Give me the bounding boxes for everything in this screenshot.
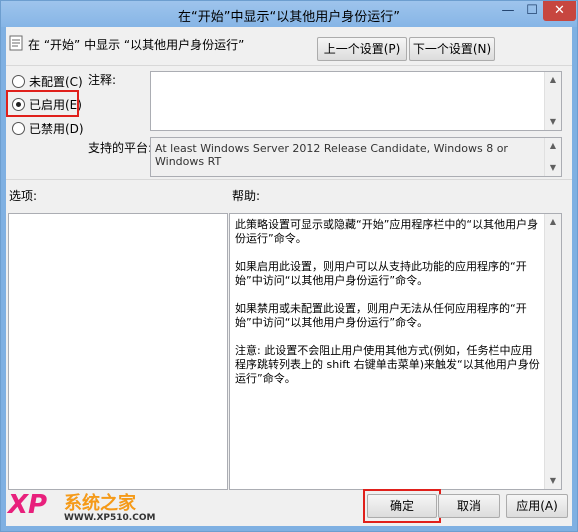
options-pane [8,213,228,490]
radio-circle[interactable] [12,74,25,88]
radio-not-configured[interactable]: 未配置(C) [12,72,83,90]
minimize-button[interactable]: — [495,1,521,21]
cancel-button[interactable]: 取消 [438,494,500,518]
enabled-highlight-box [6,90,79,117]
help-paragraph: 注意: 此设置不会阻止用户使用其他方式(例如，任务栏中应用程序跳转列表上的 sh… [235,344,540,385]
watermark-logo: XP [8,490,48,520]
help-label: 帮助: [232,189,261,203]
supported-scrollbar[interactable]: ▲ ▼ [544,138,561,176]
maximize-button[interactable]: ☐ [521,1,543,21]
help-scrollbar[interactable]: ▲ ▼ [544,214,561,489]
close-button[interactable]: ✕ [543,1,576,21]
section-divider [6,179,572,180]
supported-platforms-box: At least Windows Server 2012 Release Can… [150,137,562,177]
comment-label: 注释: [88,73,117,87]
dialog-window: 在“开始”中显示“以其他用户身份运行” — ☐ ✕ 在 “开始” 中显示 “以其… [0,0,578,532]
radio-label: 未配置(C) [29,74,83,89]
help-pane: 此策略设置可显示或隐藏“开始”应用程序栏中的“以其他用户身份运行”命令。 如果启… [229,213,562,490]
scroll-up-arrow-icon[interactable]: ▲ [545,138,561,154]
scroll-down-arrow-icon[interactable]: ▼ [545,473,561,489]
radio-label: 已禁用(D) [29,121,84,136]
help-paragraph: 此策略设置可显示或隐藏“开始”应用程序栏中的“以其他用户身份运行”命令。 [235,218,539,245]
title-bar[interactable]: 在“开始”中显示“以其他用户身份运行” — ☐ ✕ [1,1,577,27]
help-paragraph: 如果禁用或未配置此设置，则用户无法从任何应用程序的“开始”中访问“以其他用户身份… [235,302,527,329]
supported-platforms-text: At least Windows Server 2012 Release Can… [155,142,508,168]
radio-circle[interactable] [12,121,25,135]
next-setting-button[interactable]: 下一个设置(N) [409,37,495,61]
scroll-down-arrow-icon[interactable]: ▼ [545,160,561,176]
supported-label: 支持的平台: [88,141,153,155]
previous-setting-button[interactable]: 上一个设置(P) [317,37,407,61]
help-text: 此策略设置可显示或隐藏“开始”应用程序栏中的“以其他用户身份运行”命令。 如果启… [235,218,543,400]
apply-button[interactable]: 应用(A) [506,494,568,518]
policy-icon [8,35,24,51]
options-label: 选项: [9,189,38,203]
dialog-body: 在 “开始” 中显示 “以其他用户身份运行” 上一个设置(P) 下一个设置(N)… [6,27,572,526]
scroll-up-arrow-icon[interactable]: ▲ [545,214,561,230]
comment-scrollbar[interactable]: ▲ ▼ [544,72,561,130]
comment-textarea[interactable]: ▲ ▼ [150,71,562,131]
header-divider [6,65,572,66]
scroll-down-arrow-icon[interactable]: ▼ [545,114,561,130]
help-paragraph: 如果启用此设置，则用户可以从支持此功能的应用程序的“开始”中访问“以其他用户身份… [235,260,527,287]
radio-disabled[interactable]: 已禁用(D) [12,119,84,137]
window-title: 在“开始”中显示“以其他用户身份运行” [178,10,400,25]
watermark-url: WWW.XP510.COM [64,513,156,523]
policy-name: 在 “开始” 中显示 “以其他用户身份运行” [28,38,245,52]
scroll-up-arrow-icon[interactable]: ▲ [545,72,561,88]
watermark-brand: 系统之家 [64,493,136,514]
ok-highlight-box [363,489,441,523]
